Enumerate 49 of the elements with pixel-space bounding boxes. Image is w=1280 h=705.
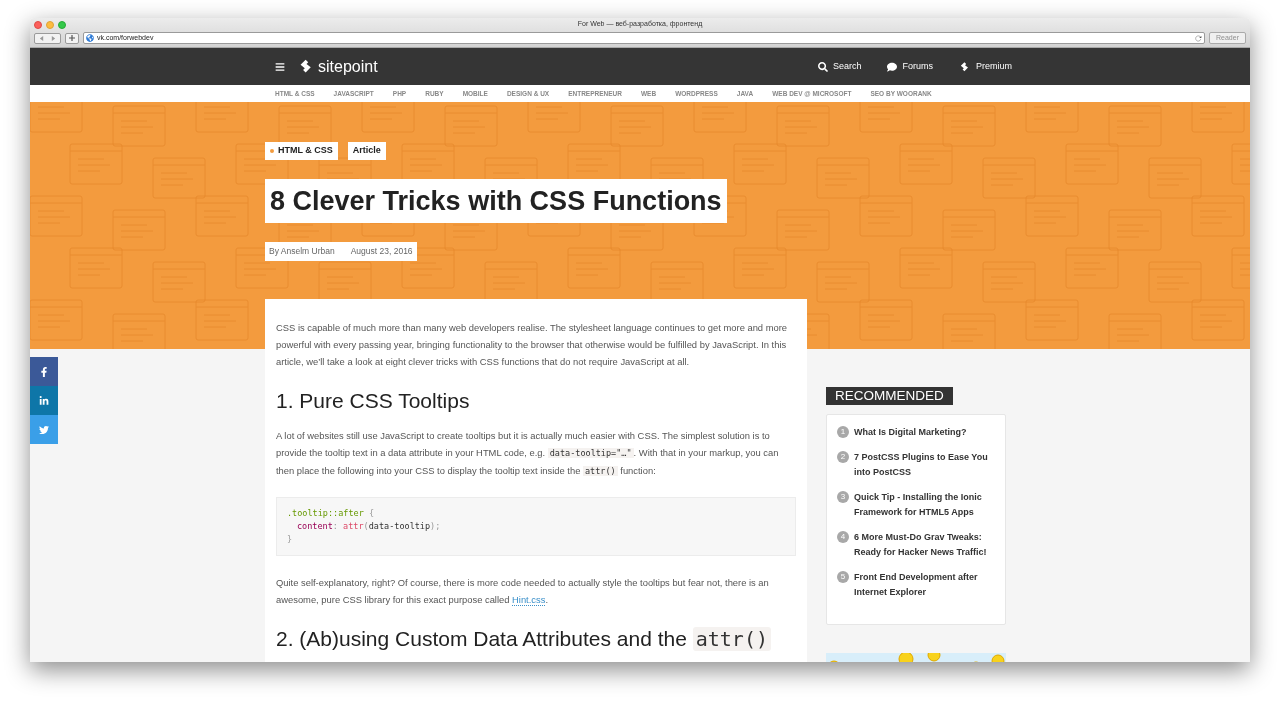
- header-link[interactable]: Forums: [887, 59, 933, 74]
- search-icon: [817, 61, 828, 72]
- zoom-window-icon[interactable]: [58, 20, 66, 29]
- rank-number: 1: [837, 426, 849, 438]
- article-paragraph: A lot of websites still use JavaScript to create tooltips but it is actually much easier with CSS. The simplest solution is to provide the tooltip text in a data attribute in your HTML code, e.g. data-tooltip="…" . With that in your markup, you can then place the following into your CSS to display the tooltip text inside the attr() function:: [276, 429, 780, 478]
- speech-bubble-icon: [887, 61, 898, 72]
- linkedin-share-button[interactable]: [30, 386, 58, 415]
- rank-number: 2: [837, 451, 849, 463]
- facebook-icon: [39, 366, 49, 377]
- menu-icon[interactable]: [275, 61, 285, 72]
- globe-icon: [86, 34, 94, 42]
- plus-icon: [69, 35, 75, 41]
- sidebar-title: RECOMMENDED: [826, 387, 953, 405]
- recommended-link[interactable]: 6 More Must-Do Grav Tweaks: Ready for Hacker News Traffic!: [854, 530, 999, 560]
- linkedin-icon: [39, 395, 49, 406]
- back-icon: [38, 35, 44, 41]
- logo-icon: [959, 60, 971, 73]
- header-link[interactable]: Premium: [959, 59, 1012, 74]
- twitter-share-button[interactable]: [30, 415, 58, 444]
- back-forward-buttons[interactable]: [34, 32, 61, 44]
- close-window-icon[interactable]: [34, 20, 42, 29]
- reload-icon[interactable]: [1195, 34, 1203, 42]
- section-heading: 2. (Ab)using Custom Data Attributes and the attr(): [276, 625, 796, 653]
- rank-number: 3: [837, 491, 849, 503]
- header-link[interactable]: Search: [817, 59, 862, 74]
- facebook-share-button[interactable]: [30, 357, 58, 386]
- code-line: }: [287, 533, 294, 546]
- article-paragraph: Quite self-explanatory, right? Of course, there is more code needed to actually style the tooltips but fear not, there is an awesome, pure CSS library for this exact purpose called Hint.css.: [276, 576, 770, 608]
- code-line: content: attr(data-tooltip);: [296, 520, 442, 533]
- rank-number: 5: [837, 571, 849, 583]
- publish-date: August 23, 2016: [350, 245, 413, 258]
- twitter-icon: [39, 424, 49, 435]
- author-name[interactable]: By Anselm Urban: [269, 245, 335, 258]
- code-line: .tooltip::after {: [287, 507, 375, 520]
- tag-label[interactable]: Article: [347, 142, 386, 160]
- recommended-link[interactable]: Quick Tip - Installing the Ionic Framework for HTML5 Apps: [854, 490, 999, 520]
- logo-text: sitepoint: [318, 58, 378, 75]
- recommended-link[interactable]: Front End Development after Internet Explorer: [854, 570, 999, 600]
- recommended-link[interactable]: What Is Digital Marketing?: [854, 425, 967, 440]
- tag-label[interactable]: HTML & CSS: [265, 142, 338, 160]
- section-heading: 1. Pure CSS Tooltips: [276, 388, 471, 414]
- new-tab-button[interactable]: [65, 32, 79, 44]
- site-logo[interactable]: sitepoint: [298, 58, 378, 75]
- recommended-link[interactable]: 7 PostCSS Plugins to Ease You into PostCSS: [854, 450, 999, 480]
- forward-icon: [51, 35, 57, 41]
- article-title: 8 Clever Tricks with CSS Functions: [265, 179, 727, 223]
- rank-number: 4: [837, 531, 849, 543]
- article-paragraph: CSS is capable of much more than many web developers realise. The stylesheet language continues to get more and more powerful with every passing year, bringing functionality to the browser that otherwise would be fulfilled by JavaScript. In this article, we’ll take a look at eight clever tricks with CSS functions that do not require JavaScript at all.: [276, 321, 789, 369]
- minimize-window-icon[interactable]: [46, 20, 54, 29]
